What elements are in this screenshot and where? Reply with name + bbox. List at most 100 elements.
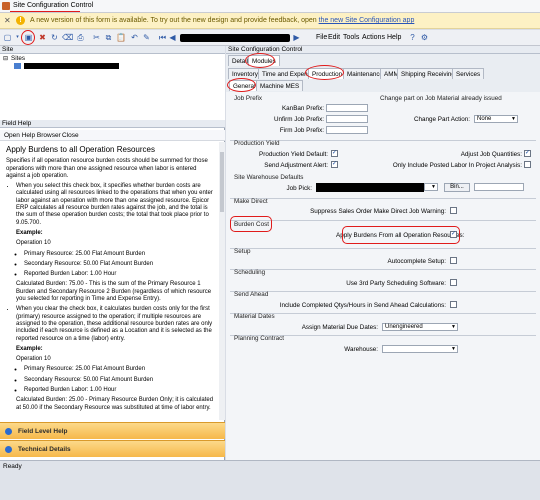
list-item: Reported Burden Labor: 1.00 Hour — [24, 271, 214, 278]
clear-icon[interactable]: ⌫ — [62, 33, 73, 42]
options-icon[interactable]: ⚙ — [420, 33, 429, 42]
close-icon[interactable]: ✕ — [4, 16, 11, 25]
open-help-browser-button[interactable]: Open Help Browser — [4, 132, 61, 139]
print-icon[interactable]: ⎙ — [76, 33, 85, 42]
expand-icon[interactable]: ⊟ — [3, 55, 8, 62]
bin-input[interactable] — [474, 183, 524, 191]
prev-record-icon[interactable]: ◀ — [168, 33, 177, 42]
example-calculation: Calculated Burden: 25.00 - Primary Resou… — [16, 397, 214, 411]
window-title: Site Configuration Control — [13, 2, 94, 9]
dropdown-arrow-icon: ▼ — [431, 184, 436, 190]
menu-file[interactable]: File — [316, 34, 327, 41]
new-version-notice: ✕ ! A new version of this form is availa… — [0, 13, 540, 29]
new-icon[interactable]: ▢ — [3, 33, 12, 42]
scrollbar-thumb[interactable] — [220, 152, 224, 212]
send-ahead-label: Include Completed Qtys/Hours in Send Ahe… — [279, 302, 446, 309]
technical-details-button[interactable]: Technical Details — [0, 440, 225, 457]
attachment-icon[interactable]: ✎ — [142, 33, 151, 42]
dropdown-arrow-icon: ▼ — [451, 324, 456, 330]
section-make-direct: Make Direct — [234, 198, 268, 205]
warehouse-label: Warehouse: — [344, 346, 378, 353]
app-icon — [2, 2, 10, 10]
kanban-prefix-input[interactable] — [326, 104, 368, 112]
red-circle-annotation — [245, 53, 275, 68]
divider — [230, 248, 536, 249]
help-bullet-select: When you select this check box, it speci… — [16, 183, 214, 303]
job-pick-dropdown[interactable]: ▼ — [424, 183, 438, 191]
adjust-qty-label: Adjust Job Quantities: — [460, 151, 522, 158]
divider — [230, 220, 536, 221]
warehouse-select[interactable]: ▼ — [382, 345, 458, 353]
tab-shipping-receiving[interactable]: Shipping Receiving — [397, 68, 459, 79]
use-3rd-party-checkbox[interactable] — [450, 279, 457, 286]
change-part-action-select[interactable]: None ▼ — [474, 115, 518, 123]
dropdown-arrow-icon: ▼ — [511, 116, 516, 122]
send-ahead-checkbox[interactable] — [450, 301, 457, 308]
red-circle-annotation — [21, 30, 35, 45]
unfirm-prefix-input[interactable] — [326, 115, 368, 123]
autocomplete-setup-label: Autocomplete Setup: — [387, 258, 446, 265]
yield-default-checkbox[interactable]: ✓ — [331, 150, 338, 157]
suppress-warning-checkbox[interactable] — [450, 207, 457, 214]
field-level-help-button[interactable]: Field Level Help — [0, 422, 225, 439]
posted-labor-checkbox[interactable] — [524, 161, 531, 168]
warning-icon: ! — [16, 16, 25, 25]
red-circle-annotation — [227, 78, 256, 92]
refresh-icon[interactable]: ↻ — [50, 33, 59, 42]
sites-root[interactable]: Sites — [11, 55, 25, 62]
next-record-icon[interactable]: ▶ — [292, 33, 301, 42]
divider — [230, 291, 536, 292]
help-title: Apply Burdens to all Operation Resources — [6, 145, 155, 154]
autocomplete-setup-checkbox[interactable] — [450, 257, 457, 264]
section-production-yield: Production Yield — [234, 140, 280, 147]
site-icon — [14, 63, 21, 69]
firm-prefix-input[interactable] — [326, 126, 368, 134]
delete-icon[interactable]: ✖ — [38, 33, 47, 42]
cut-icon[interactable]: ✂ — [92, 33, 101, 42]
adjust-qty-checkbox[interactable]: ✓ — [524, 150, 531, 157]
firm-prefix-label: Firm Job Prefix: — [279, 127, 324, 134]
example-label: Example: — [16, 345, 43, 352]
material-due-dates-select[interactable]: Unengineered ▼ — [382, 323, 458, 331]
divider — [230, 313, 536, 314]
tab-machine-mes[interactable]: Machine MES — [256, 80, 304, 91]
right-pane: Site Configuration Control Detail Module… — [226, 46, 540, 460]
bin-button[interactable]: Bin... — [444, 183, 470, 192]
help-icon[interactable]: ? — [408, 33, 417, 42]
sites-tree: ⊟ Sites — [0, 54, 225, 120]
section-change-part: Change part on Job Material already issu… — [380, 95, 502, 102]
send-alert-label: Send Adjustment Alert: — [264, 162, 328, 169]
list-item: Secondary Resource: 50.00 Flat Amount Bu… — [24, 377, 214, 384]
redacted-site-name[interactable] — [24, 63, 119, 69]
menu-tools[interactable]: Tools — [343, 34, 359, 41]
right-pane-header: Site Configuration Control — [226, 46, 540, 54]
new-app-link[interactable]: the new Site Configuration app — [319, 17, 415, 24]
status-bar: Ready — [0, 460, 540, 500]
change-part-action-label: Change Part Action: — [413, 116, 470, 123]
job-pick-label: Job Pick: — [286, 185, 312, 192]
send-alert-checkbox[interactable]: ✓ — [331, 161, 338, 168]
paste-icon[interactable]: 📋 — [116, 33, 126, 42]
divider — [230, 198, 536, 199]
help-circle-icon — [5, 428, 12, 435]
unfirm-prefix-label: Unfirm Job Prefix: — [273, 116, 324, 123]
menu-actions[interactable]: Actions — [362, 34, 385, 41]
section-job-prefix: Job Prefix — [234, 95, 262, 102]
job-pick-select-redacted[interactable] — [316, 183, 424, 192]
title-bar: Site Configuration Control — [0, 0, 540, 13]
use-3rd-party-label: Use 3rd Party Scheduling Software: — [346, 280, 446, 287]
undo-icon[interactable]: ↶ — [130, 33, 139, 42]
red-box-annotation — [342, 226, 460, 244]
close-help-button[interactable]: Close — [62, 132, 79, 139]
red-underline-annotation — [10, 11, 80, 12]
notice-text: A new version of this form is available.… — [30, 17, 319, 24]
copy-icon[interactable]: ⧉ — [104, 33, 113, 42]
example-operation: Operation 10 — [16, 356, 51, 363]
help-content: Apply Burdens to all Operation Resources… — [0, 142, 220, 420]
help-scrollbar[interactable] — [219, 142, 225, 420]
section-warehouse-defaults: Site Warehouse Defaults — [234, 174, 304, 181]
first-record-icon[interactable]: ⏮ — [158, 33, 167, 42]
menu-edit[interactable]: Edit — [328, 34, 340, 41]
menu-help[interactable]: Help — [387, 34, 401, 41]
tab-services[interactable]: Services — [452, 68, 485, 79]
